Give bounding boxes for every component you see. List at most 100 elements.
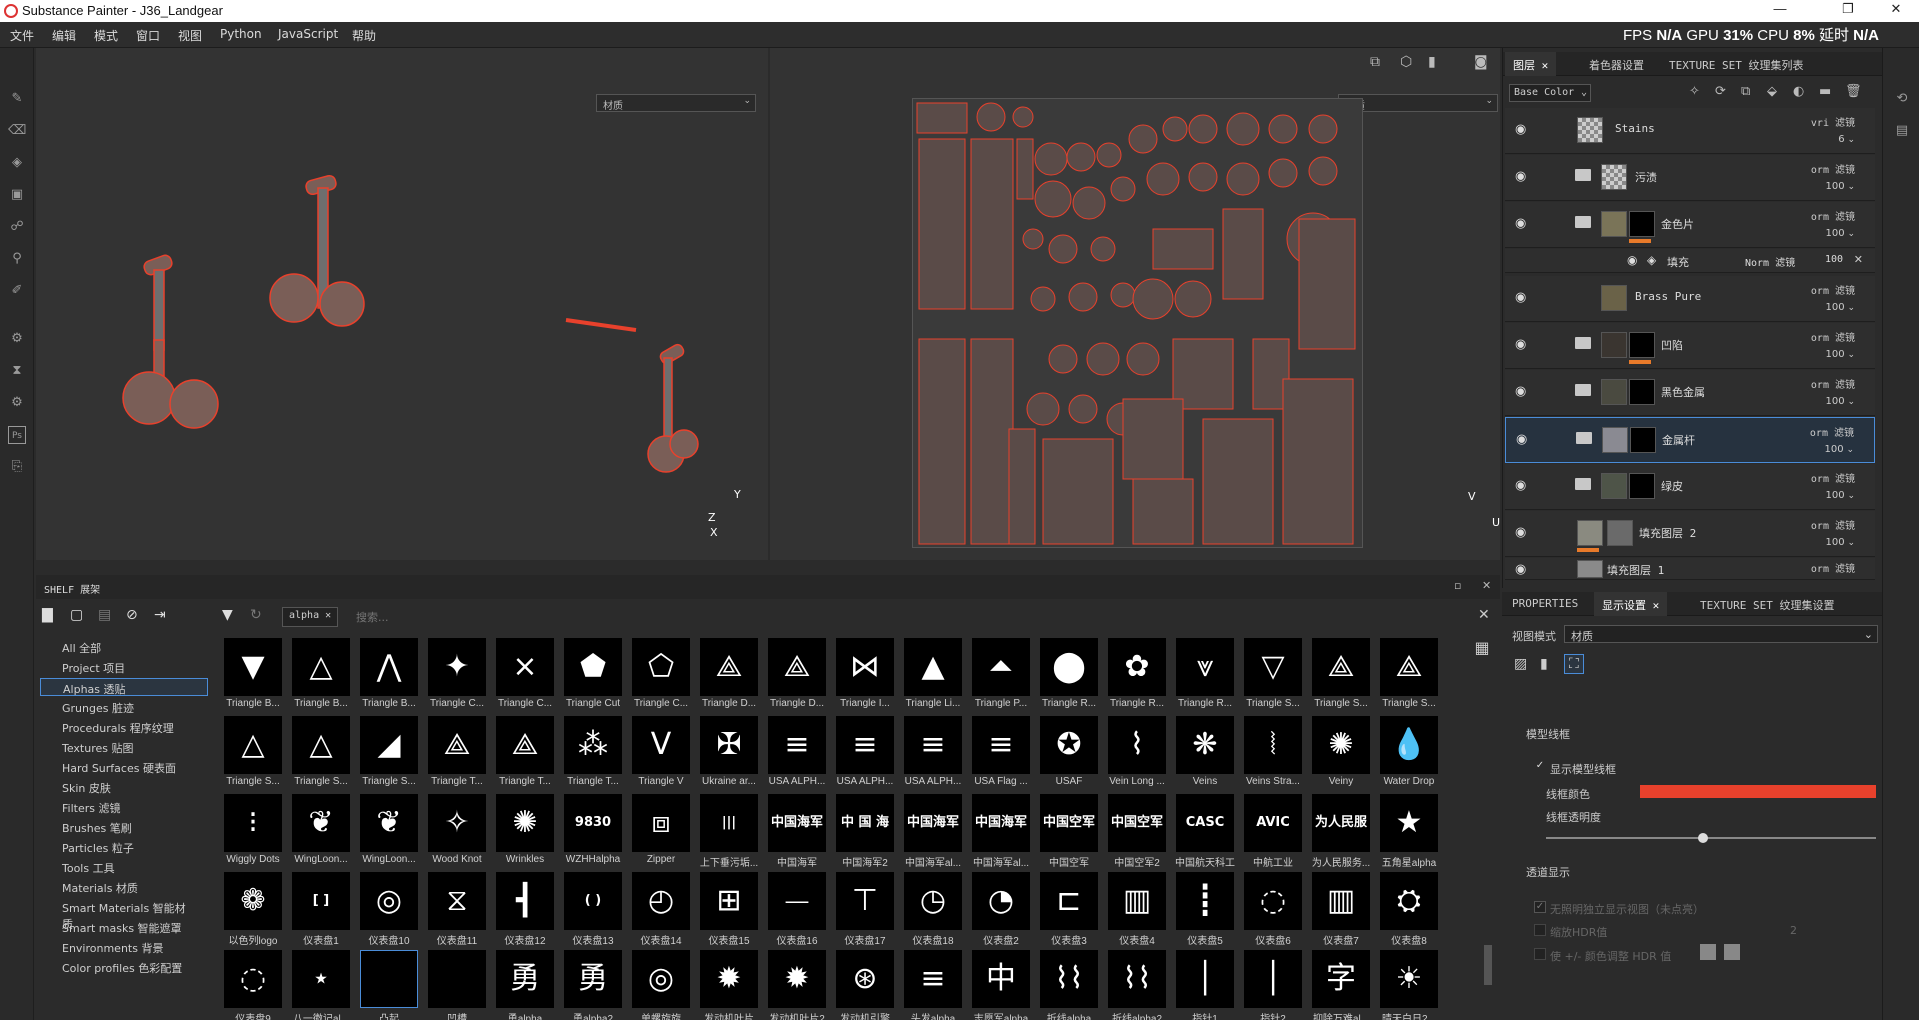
- tab-display-settings[interactable]: 显示设置 ✕: [1594, 592, 1668, 616]
- search-input[interactable]: [356, 607, 1456, 627]
- shelf-tile[interactable]: ▼ Triangle B...: [220, 638, 284, 716]
- shelf-tile[interactable]: ✿ Triangle R...: [1104, 638, 1168, 716]
- shelf-category[interactable]: Textures 贴图: [40, 738, 208, 756]
- shelf-tile[interactable]: 中国空军 中国空军2: [1104, 794, 1168, 872]
- shelf-category[interactable]: Procedurals 程序纹理: [40, 718, 208, 736]
- shelf-tile[interactable]: 勇勇alpha: [492, 950, 556, 1020]
- shelf-tile[interactable]: 中国空军 中国空军: [1036, 794, 1100, 872]
- tab-layers[interactable]: 图层 ✕: [1505, 52, 1557, 76]
- shelf-tile[interactable]: 9830 WZHHalpha: [560, 794, 624, 872]
- shelf-tile[interactable]: ⦚ Veins Stra...: [1240, 716, 1304, 794]
- viewport-3d[interactable]: 材质 ⌄ Y Z X: [36, 48, 768, 560]
- shelf-tile[interactable]: 中国海军 中国海军: [764, 794, 828, 872]
- shelf-tile[interactable]: ≡ USA ALPH...: [900, 716, 964, 794]
- shelf-tile[interactable]: ▥ 仪表盘7: [1308, 872, 1372, 950]
- layer-row[interactable]: ◉ 污渍 orm 滤镜 100: [1505, 155, 1875, 201]
- shelf-tile[interactable]: ✹ 发动机叶片2: [764, 950, 828, 1020]
- screenshot-icon[interactable]: ◙: [1474, 54, 1488, 70]
- close-icon[interactable]: ✕: [1542, 59, 1549, 72]
- shelf-category[interactable]: Alphas 透贴: [40, 678, 208, 696]
- folder-open-icon[interactable]: [1575, 216, 1591, 228]
- shelf-tile[interactable]: ⏤ 仪表盘16: [764, 872, 828, 950]
- shelf-tile[interactable]: ◌ 仪表盘9: [220, 950, 284, 1020]
- channel-select[interactable]: Base Color ⌄: [1509, 84, 1591, 102]
- layer-blend-mode[interactable]: orm 滤镜: [1811, 560, 1855, 575]
- shelf-tile[interactable]: ≡ USA ALPH...: [764, 716, 828, 794]
- layer-blend-mode[interactable]: orm 滤镜: [1811, 517, 1855, 532]
- add-layer-icon[interactable]: ⧉: [1741, 84, 1750, 99]
- settings-icon[interactable]: ⚙: [8, 330, 26, 348]
- shelf-tile[interactable]: ⟁ Triangle S...: [1308, 638, 1372, 716]
- shelf-tile[interactable]: ✧ Wood Knot: [424, 794, 488, 872]
- eye-icon[interactable]: ◉: [1515, 525, 1526, 540]
- shelf-tile[interactable]: ◷ 仪表盘18: [900, 872, 964, 950]
- shelf-tile[interactable]: ⬤ Triangle R...: [1036, 638, 1100, 716]
- magic-wand-icon[interactable]: ✧: [1689, 84, 1700, 99]
- shelf-tile[interactable]: ☀ 晴天白日2...: [1376, 950, 1440, 1020]
- alpha-opt2-checkbox[interactable]: [1534, 924, 1546, 936]
- shelf-tile[interactable]: ||| 上下垂污垢...: [696, 794, 760, 872]
- menu-help[interactable]: 帮助: [352, 27, 376, 44]
- shelf-tile[interactable]: 勇勇alpha2: [560, 950, 624, 1020]
- layer-opacity[interactable]: 100: [1826, 537, 1856, 548]
- add-effect-icon[interactable]: ⟳: [1715, 84, 1726, 99]
- shelf-category[interactable]: Project 项目: [40, 658, 208, 676]
- layer-row[interactable]: ◉ 金色片 orm 滤镜 100: [1505, 202, 1875, 248]
- layer-row[interactable]: ◉ 填充图层 2 orm 滤镜 100: [1505, 511, 1875, 557]
- shelf-category[interactable]: All 全部: [40, 638, 208, 656]
- shelf-tile[interactable]: [ ] 仪表盘1: [288, 872, 352, 950]
- folder-icon[interactable]: [1575, 478, 1591, 490]
- tab-texture-set-list[interactable]: TEXTURE SET 纹理集列表: [1661, 52, 1811, 76]
- maximize-icon[interactable]: ▫: [1454, 579, 1461, 592]
- shelf-tile[interactable]: ⟁ Triangle S...: [1376, 638, 1440, 716]
- shelf-tile[interactable]: ⩔ Triangle R...: [1172, 638, 1236, 716]
- shelf-tile[interactable]: ◢ Triangle S...: [356, 716, 420, 794]
- restore-button[interactable]: ❐: [1828, 1, 1868, 17]
- shelf-tile[interactable]: 凹槽: [424, 950, 488, 1020]
- shelf-tile[interactable]: ⨯ Triangle C...: [492, 638, 556, 716]
- bake-icon[interactable]: ⧗: [8, 362, 26, 380]
- cube-icon[interactable]: ⬡: [1400, 54, 1412, 70]
- shelf-category[interactable]: Skin 皮肤: [40, 778, 208, 796]
- shelf-tile[interactable]: ⁝ Wiggly Dots: [220, 794, 284, 872]
- folder-icon[interactable]: [1576, 432, 1592, 444]
- shelf-tile[interactable]: ✹ 发动机叶片: [696, 950, 760, 1020]
- tab-texture-set-settings[interactable]: TEXTURE SET 纹理集设置: [1692, 592, 1842, 616]
- shelf-tile[interactable]: AVIC 中航工业: [1240, 794, 1304, 872]
- layer-blend-mode[interactable]: orm 滤镜: [1811, 161, 1855, 176]
- folder-icon[interactable]: ▇: [42, 607, 53, 623]
- history-icon[interactable]: ⟲: [1893, 90, 1911, 108]
- layer-blend-mode[interactable]: orm 滤镜: [1811, 208, 1855, 223]
- shelf-tile[interactable]: ⌇⌇ 折线alpha2: [1104, 950, 1168, 1020]
- close-search-icon[interactable]: ✕: [1478, 607, 1490, 623]
- tab-shader-settings[interactable]: 着色器设置: [1581, 52, 1652, 76]
- shelf-tile[interactable]: ⌇⌇ 折线alpha: [1036, 950, 1100, 1020]
- layer-opacity[interactable]: 100: [1826, 396, 1856, 407]
- close-button[interactable]: ✕: [1876, 1, 1916, 17]
- projection-icon[interactable]: ◈: [8, 154, 26, 172]
- shelf-tile[interactable]: ★ 五角星alpha: [1376, 794, 1440, 872]
- shelf-tile[interactable]: 凸起: [356, 950, 420, 1020]
- shelf-tile[interactable]: ⌇ Vein Long ...: [1104, 716, 1168, 794]
- delete-layer-icon[interactable]: 🗑: [1845, 84, 1862, 99]
- shelf-tile[interactable]: ≡ USA Flag ...: [968, 716, 1032, 794]
- hdr-color-swatch-2[interactable]: [1724, 944, 1740, 960]
- layer-blend-mode[interactable]: orm 滤镜: [1810, 424, 1854, 439]
- shelf-tile[interactable]: ⟁ Triangle D...: [764, 638, 828, 716]
- layer-row[interactable]: ◉ 绿皮 orm 滤镜 100: [1505, 464, 1875, 510]
- menu-window[interactable]: 窗口: [136, 27, 160, 44]
- eye-icon[interactable]: ◉: [1515, 169, 1526, 184]
- shelf-tile[interactable]: ❦ WingLoon...: [356, 794, 420, 872]
- add-fill-layer-icon[interactable]: ⬙: [1767, 84, 1777, 99]
- polygon-fill-icon[interactable]: ▣: [8, 186, 26, 204]
- shelf-tile[interactable]: ┫ 仪表盘12: [492, 872, 556, 950]
- shelf-tile[interactable]: ⊛ 发动机引擎: [832, 950, 896, 1020]
- shelf-tile[interactable]: ⋈ Triangle I...: [832, 638, 896, 716]
- wire-color-swatch[interactable]: [1640, 785, 1876, 798]
- alpha-opt2-value[interactable]: 2: [1790, 924, 1797, 937]
- layer-row[interactable]: ◉ 黑色金属 orm 滤镜 100: [1505, 370, 1875, 416]
- video-camera-icon[interactable]: ▮: [1428, 54, 1436, 70]
- shelf-tile[interactable]: ⋆ 八一徽记al...: [288, 950, 352, 1020]
- layer-opacity[interactable]: 100: [1826, 349, 1856, 360]
- eye-icon[interactable]: ◉: [1515, 216, 1526, 231]
